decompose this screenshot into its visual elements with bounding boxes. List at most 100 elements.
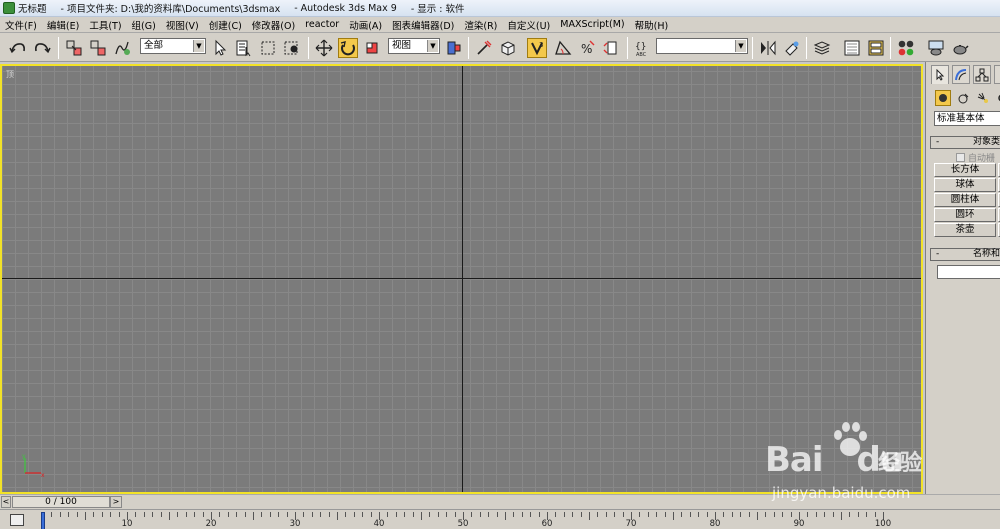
angle-snap-button[interactable]: [553, 38, 573, 58]
render-scene-button[interactable]: [926, 38, 946, 58]
hierarchy-icon: [975, 68, 989, 81]
rollout-title: 名称和: [973, 249, 1000, 259]
unlink-selection-button[interactable]: [88, 38, 108, 58]
spinner-snap-button[interactable]: [601, 38, 621, 58]
tab-modify[interactable]: [952, 65, 970, 84]
frame-tick: [505, 512, 506, 520]
svg-text:ABC: ABC: [636, 52, 647, 57]
menu-file[interactable]: 文件(F): [0, 18, 42, 32]
time-slider-thumb[interactable]: 0 / 100: [12, 496, 110, 508]
named-selection-dropdown[interactable]: ▼: [656, 38, 748, 54]
select-and-link-button[interactable]: [64, 38, 84, 58]
frame-tick: [496, 512, 498, 517]
menu-views[interactable]: 视图(V): [161, 18, 204, 32]
menu-help[interactable]: 帮助(H): [630, 18, 674, 32]
menu-create[interactable]: 创建(C): [204, 18, 247, 32]
menu-reactor[interactable]: reactor: [300, 19, 344, 30]
frame-tick: [185, 512, 187, 517]
frame-tick: [160, 512, 162, 517]
time-slider-next-button[interactable]: >: [110, 496, 122, 508]
time-slider[interactable]: < 0 / 100 >: [0, 494, 1000, 509]
time-slider-prev-button[interactable]: <: [1, 496, 11, 508]
menu-customize[interactable]: 自定义(U): [502, 18, 555, 32]
cameras-button[interactable]: [994, 90, 1000, 106]
lights-button[interactable]: [975, 90, 991, 106]
menu-animation[interactable]: 动画(A): [344, 18, 387, 32]
frame-tick: [194, 512, 196, 517]
menu-edit[interactable]: 编辑(E): [42, 18, 84, 32]
window-crossing-button[interactable]: [282, 38, 302, 58]
keyboard-shortcut-override-button[interactable]: [498, 38, 518, 58]
align-button[interactable]: [782, 38, 802, 58]
material-editor-button[interactable]: [896, 38, 916, 58]
frame-tick: [202, 512, 204, 517]
reference-coordinate-dropdown[interactable]: 视图 ▼: [388, 38, 440, 54]
tab-motion[interactable]: [994, 65, 1000, 84]
reference-coordinate-value: 视图: [392, 40, 412, 51]
layer-manager-button[interactable]: [812, 38, 832, 58]
name-and-color-rollout[interactable]: - 名称和: [930, 248, 1000, 261]
box-button[interactable]: 长方体: [934, 163, 996, 177]
object-name-input[interactable]: [937, 265, 1000, 279]
edit-named-selection-button[interactable]: {} ABC: [633, 38, 653, 58]
menu-graph-editors[interactable]: 图表编辑器(D): [387, 18, 459, 32]
top-viewport[interactable]: 顶 y x: [0, 64, 923, 494]
geometry-button[interactable]: [935, 90, 951, 106]
use-pivot-center-button[interactable]: [444, 38, 464, 58]
spinner-snap-icon: [603, 41, 617, 55]
tab-hierarchy[interactable]: [973, 65, 991, 84]
frame-tick: [589, 512, 590, 520]
shapes-button[interactable]: [955, 90, 971, 106]
cursor-arrow-icon: [215, 39, 227, 56]
frame-tick: [773, 512, 775, 517]
frame-tick: [689, 512, 691, 517]
menu-modifiers[interactable]: 修改器(O): [247, 18, 300, 32]
frame-tick: [698, 512, 700, 517]
percent-snap-button[interactable]: %: [577, 38, 597, 58]
menu-maxscript[interactable]: MAXScript(M): [555, 19, 629, 30]
frame-tick: [664, 512, 666, 517]
curve-editor-button[interactable]: [842, 38, 862, 58]
select-and-rotate-button[interactable]: [338, 38, 358, 58]
undo-button[interactable]: [8, 38, 28, 58]
menu-bar: 文件(F) 编辑(E) 工具(T) 组(G) 视图(V) 创建(C) 修改器(O…: [0, 17, 1000, 33]
select-and-scale-button[interactable]: [362, 38, 382, 58]
mini-curve-editor-icon[interactable]: [10, 514, 24, 526]
frame-ruler[interactable]: 10 20 30 40 50 60 70 80 90 100: [42, 510, 1000, 529]
select-and-manipulate-button[interactable]: [474, 38, 494, 58]
select-object-button[interactable]: [210, 38, 230, 58]
object-category-value: 标准基本体: [937, 113, 985, 124]
frame-cursor[interactable]: [41, 512, 45, 529]
quick-render-button[interactable]: [950, 38, 970, 58]
menu-rendering[interactable]: 渲染(R): [459, 18, 502, 32]
curve-editor-icon: [844, 40, 860, 56]
chevron-down-icon: ▼: [735, 40, 746, 52]
tab-create[interactable]: [931, 65, 949, 84]
frame-tick: [513, 512, 515, 517]
track-bar[interactable]: 10 20 30 40 50 60 70 80 90 100: [0, 509, 1000, 529]
menu-group[interactable]: 组(G): [127, 18, 161, 32]
grid-y-axis-line: [462, 66, 463, 492]
mirror-button[interactable]: [758, 38, 778, 58]
viewport-label[interactable]: 顶: [6, 69, 14, 80]
object-category-dropdown[interactable]: 标准基本体: [934, 111, 1000, 126]
frame-label: 50: [457, 519, 469, 529]
snaps-toggle-button[interactable]: 3: [527, 38, 547, 58]
frame-tick: [622, 512, 624, 517]
redo-button[interactable]: [32, 38, 52, 58]
schematic-view-button[interactable]: [866, 38, 886, 58]
rectangular-selection-button[interactable]: [258, 38, 278, 58]
torus-button[interactable]: 圆环: [934, 208, 996, 222]
sphere-button[interactable]: 球体: [934, 178, 996, 192]
manipulate-icon: [477, 40, 492, 55]
select-by-name-button[interactable]: [234, 38, 254, 58]
cylinder-button[interactable]: 圆柱体: [934, 193, 996, 207]
frame-tick: [404, 512, 406, 517]
selection-filter-dropdown[interactable]: 全部 ▼: [140, 38, 206, 54]
object-type-rollout[interactable]: - 对象类: [930, 136, 1000, 149]
bind-to-space-warp-button[interactable]: [112, 38, 132, 58]
select-and-move-button[interactable]: [314, 38, 334, 58]
teapot-button[interactable]: 茶壶: [934, 223, 996, 237]
dashed-rect-icon: [261, 41, 275, 55]
menu-tools[interactable]: 工具(T): [84, 18, 126, 32]
